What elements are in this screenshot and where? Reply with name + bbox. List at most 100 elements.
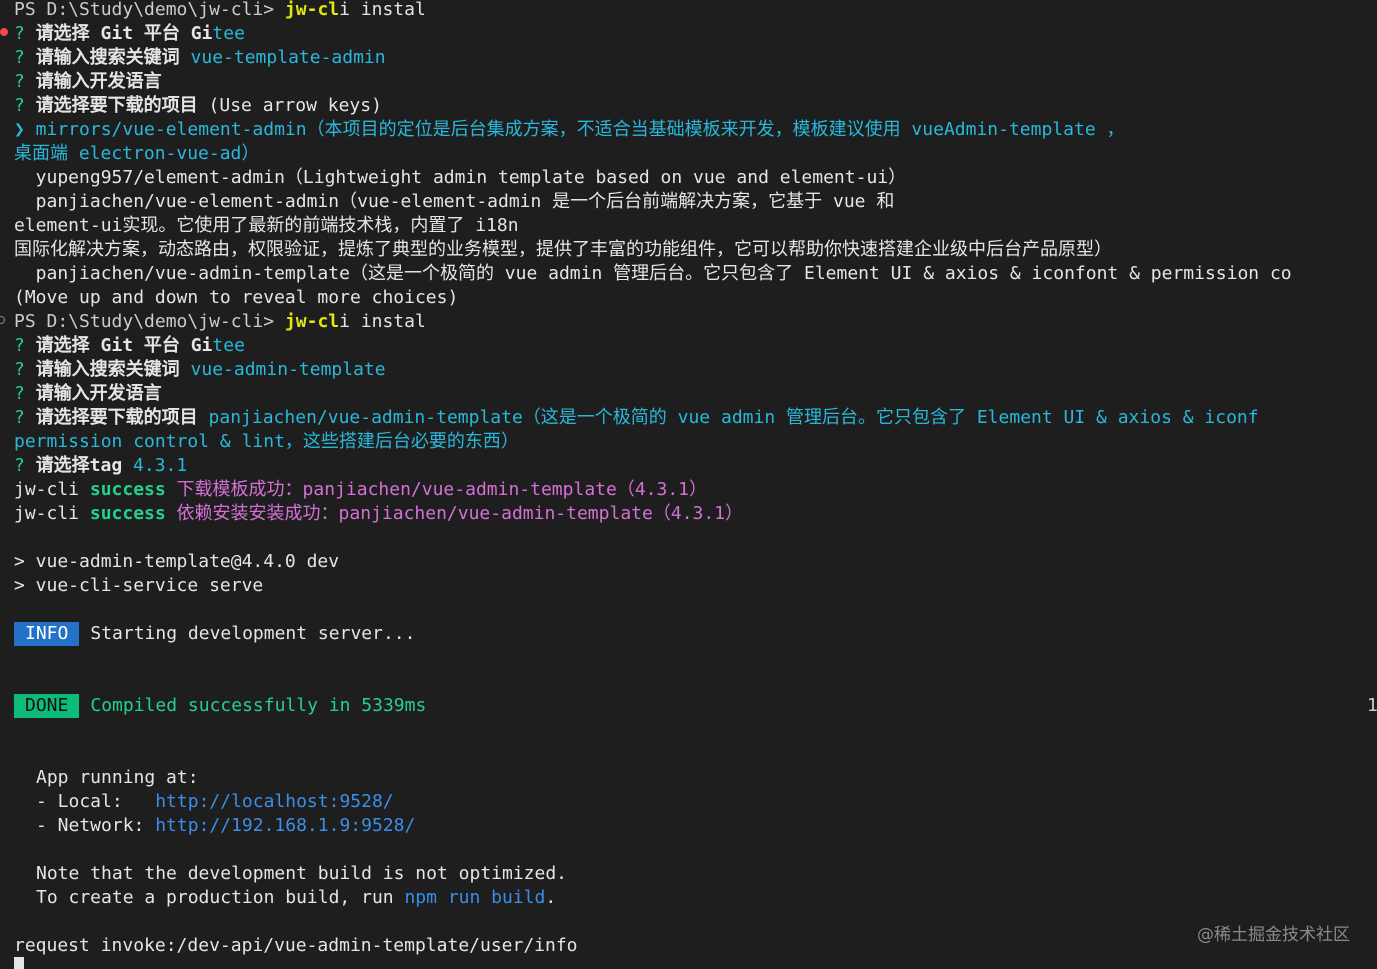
- text-cursor[interactable]: [14, 957, 24, 969]
- terminal-line: - Local: http://localhost:9528/: [36, 790, 394, 814]
- terminal-line: To create a production build, run npm ru…: [36, 886, 556, 910]
- info-badge: INFO: [14, 622, 80, 646]
- terminal-line: ? 请输入开发语言: [14, 70, 162, 94]
- terminal-line: PS D:\Study\demo\jw-cli> jw-cli instal: [14, 310, 426, 334]
- terminal-line: PS D:\Study\demo\jw-cli> jw-cli instal: [14, 0, 426, 22]
- terminal-line: jw-cli success 依赖安装安装成功：panjiachen/vue-a…: [14, 502, 743, 526]
- line-segment: > vue-cli-service serve: [14, 575, 264, 596]
- terminal-line: ? 请选择要下载的项目 (Use arrow keys): [14, 94, 382, 118]
- terminal-line: panjiachen/vue-admin-template（这是一个极简的 vu…: [14, 262, 1292, 286]
- terminal-line: > vue-cli-service serve: [14, 574, 263, 598]
- line-segment[interactable]: npm run build: [404, 887, 545, 908]
- line-segment: vue-admin-template: [190, 359, 386, 380]
- line-segment: ?: [14, 47, 36, 68]
- line-segment: yupeng957/element-admin（Lightweight admi…: [14, 167, 907, 188]
- line-segment: 请输入搜索关键词: [35, 359, 191, 380]
- line-segment: 请输入开发语言: [35, 71, 162, 92]
- line-segment: 请输入搜索关键词: [35, 47, 191, 68]
- line-segment: 请选择要下载的项目: [35, 407, 209, 428]
- line-segment: PS D:\Study\demo\jw-cli>: [14, 0, 275, 20]
- line-segment: 请输入开发语言: [35, 383, 162, 404]
- line-segment: App running at:: [36, 767, 199, 788]
- line-segment: i instal: [339, 311, 426, 332]
- line-segment: ?: [14, 71, 36, 92]
- terminal-line: request invoke:/dev-api/vue-admin-templa…: [14, 934, 578, 958]
- terminal-line: element-ui实现。它使用了最新的前端技术栈，内置了 i18n: [14, 214, 519, 238]
- terminal-line: 国际化解决方案，动态路由，权限验证，提炼了典型的业务模型，提供了丰富的功能组件，…: [14, 238, 1112, 262]
- line-segment: ?: [14, 455, 36, 476]
- terminal-line: permission control & lint，这些搭建后台必要的东西）: [14, 430, 519, 454]
- error-marker-icon: [0, 28, 8, 36]
- line-segment: i instal: [339, 0, 426, 20]
- line-segment: 下载模板成功：panjiachen/vue-admin-template（4.3…: [165, 479, 708, 500]
- terminal-line: (Move up and down to reveal more choices…: [14, 286, 458, 310]
- line-segment: ?: [14, 359, 36, 380]
- terminal-line: ? 请选择 Git 平台 Gitee: [14, 334, 245, 358]
- terminal-line: > vue-admin-template@4.4.0 dev: [14, 550, 339, 574]
- line-segment: request invoke:/dev-api/vue-admin-templa…: [14, 935, 578, 956]
- line-segment: success: [89, 479, 166, 500]
- line-segment: > vue-admin-template@4.4.0 dev: [14, 551, 340, 572]
- terminal-line: ? 请选择tag 4.3.1: [14, 454, 187, 478]
- line-segment: ?: [14, 407, 36, 428]
- line-segment: permission control & lint，这些搭建后台必要的东西）: [14, 431, 519, 452]
- terminal-line: ? 请输入搜索关键词 vue-admin-template: [14, 358, 386, 382]
- line-segment: ?: [14, 95, 36, 116]
- line-segment: jw-cli: [14, 503, 90, 524]
- terminal-line: yupeng957/element-admin（Lightweight admi…: [14, 166, 906, 190]
- line-segment: tee: [212, 23, 245, 44]
- terminal-line: - Network: http://192.168.1.9:9528/: [36, 814, 415, 838]
- line-segment[interactable]: http://192.168.1.9:9528/: [155, 815, 415, 836]
- line-segment: ?: [14, 335, 36, 356]
- terminal-line: 桌面端 electron-vue-ad）: [14, 142, 259, 166]
- done-badge: DONE: [14, 694, 80, 718]
- line-segment: jw-cl: [274, 0, 340, 20]
- line-segment: PS D:\Study\demo\jw-cli>: [14, 311, 275, 332]
- line-segment: To create a production build, run: [36, 887, 405, 908]
- line-segment: 请选择要下载的项目: [35, 95, 209, 116]
- line-segment: ❯ mirrors/vue-element-admin（本项目的定位是后台集成方…: [14, 119, 1125, 140]
- line-segment: 依赖安装安装成功：panjiachen/vue-admin-template（4…: [165, 503, 744, 524]
- line-segment: vue-template-admin: [190, 47, 386, 68]
- line-segment: jw-cli: [14, 479, 90, 500]
- line-segment: 请选择 Git 平台 Gi: [35, 335, 213, 356]
- line-segment: Note that the development build is not o…: [36, 863, 568, 884]
- line-segment: tee: [212, 335, 245, 356]
- line-segment: 请选择tag: [35, 455, 123, 476]
- line-segment: Compiled successfully in 5339ms: [90, 695, 427, 716]
- line-segment: panjiachen/vue-element-admin（vue-element…: [14, 191, 895, 212]
- terminal-line: App running at:: [36, 766, 199, 790]
- terminal-line: Note that the development build is not o…: [36, 862, 567, 886]
- line-segment: success: [89, 503, 166, 524]
- terminal-line: ? 请输入搜索关键词 vue-template-admin: [14, 46, 386, 70]
- line-segment: - Local:: [36, 791, 156, 812]
- watermark: @稀土掘金技术社区: [1197, 925, 1350, 945]
- line-segment: Starting development server...: [90, 623, 416, 644]
- line-segment: 桌面端 electron-vue-ad）: [14, 143, 260, 164]
- terminal-output[interactable]: PS D:\Study\demo\jw-cli> jw-cli instal? …: [0, 0, 1377, 969]
- terminal-line: jw-cli success 下载模板成功：panjiachen/vue-adm…: [14, 478, 707, 502]
- line-segment: 请选择 Git 平台 Gi: [35, 23, 213, 44]
- line-segment: 4.3.1: [122, 455, 188, 476]
- line-segment: - Network:: [36, 815, 156, 836]
- line-segment: (Move up and down to reveal more choices…: [14, 287, 459, 308]
- terminal-line: ? 请输入开发语言: [14, 382, 162, 406]
- line-segment[interactable]: http://localhost:9528/: [155, 791, 393, 812]
- terminal-line: ❯ mirrors/vue-element-admin（本项目的定位是后台集成方…: [14, 118, 1125, 142]
- terminal-line: ? 请选择 Git 平台 Gitee: [14, 22, 245, 46]
- line-segment: .: [545, 887, 557, 908]
- terminal-line: ? 请选择要下载的项目 panjiachen/vue-admin-templat…: [14, 406, 1259, 430]
- command-marker-icon: [0, 316, 5, 324]
- line-segment: ?: [14, 383, 36, 404]
- line-edge-number: 1: [1367, 695, 1377, 716]
- line-segment: panjiachen/vue-admin-template（这是一个极简的 vu…: [208, 407, 1259, 428]
- line-segment: ?: [14, 23, 36, 44]
- terminal-line: DONE Compiled successfully in 5339ms: [14, 694, 426, 718]
- line-segment: 国际化解决方案，动态路由，权限验证，提炼了典型的业务模型，提供了丰富的功能组件，…: [14, 239, 1112, 260]
- terminal-line: panjiachen/vue-element-admin（vue-element…: [14, 190, 895, 214]
- line-segment: jw-cl: [274, 311, 340, 332]
- line-segment: panjiachen/vue-admin-template（这是一个极简的 vu…: [14, 263, 1292, 284]
- line-segment: element-ui实现。它使用了最新的前端技术栈，内置了 i18n: [14, 215, 519, 236]
- line-segment: (Use arrow keys): [208, 95, 382, 116]
- terminal-line: INFO Starting development server...: [14, 622, 415, 646]
